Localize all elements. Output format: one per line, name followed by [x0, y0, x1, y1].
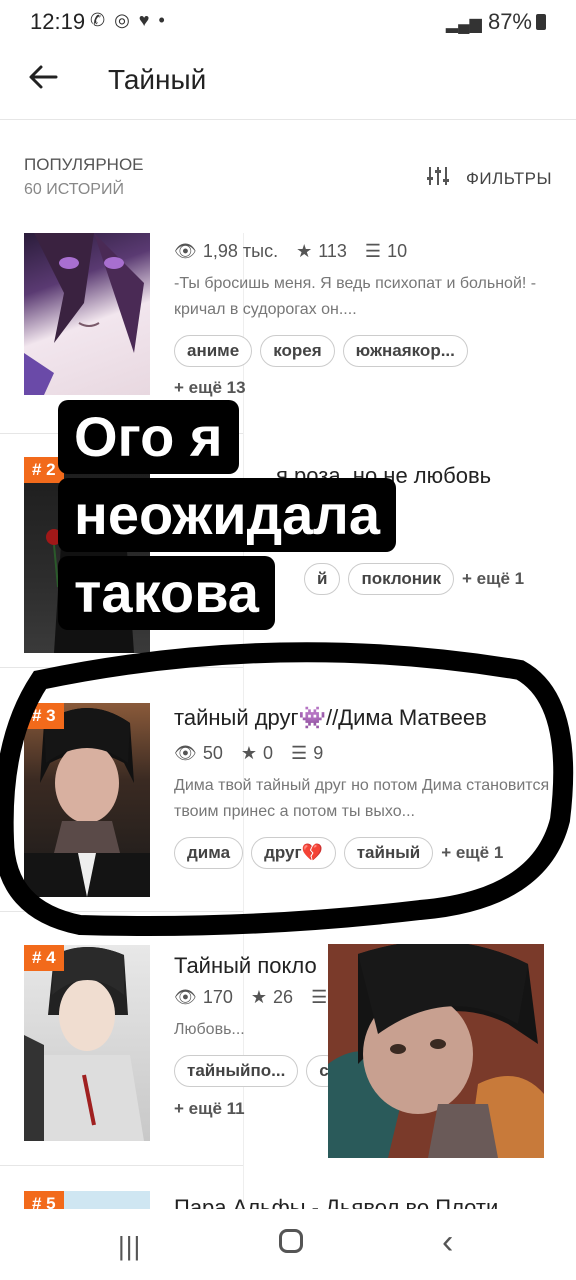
- more-tags[interactable]: + ещё 1: [462, 569, 524, 589]
- star-icon: ★: [296, 241, 313, 261]
- views-stat: 👁 1,98 тыс.: [174, 241, 279, 261]
- sort-selector[interactable]: ПОПУЛЯРНОЕ: [24, 155, 144, 175]
- app-bar: Тайный: [0, 44, 576, 120]
- story-cover[interactable]: # 5: [24, 1191, 150, 1209]
- sliders-icon: [426, 165, 450, 193]
- status-time: 12:19: [30, 9, 86, 34]
- filters-label: ФИЛЬТРЫ: [465, 169, 552, 188]
- star-icon: ★: [250, 987, 268, 1007]
- story-description: -Ты бросишь меня. Я ведь психопат и боль…: [174, 275, 537, 318]
- status-bar: 12:19 ✆ ◎ ♥ • ▂▄▆ 87%: [0, 0, 576, 44]
- filters-button[interactable]: ФИЛЬТРЫ: [426, 165, 552, 193]
- tag-chip[interactable]: аниме: [174, 335, 253, 367]
- tag-list: тайныйпо... с: [174, 1055, 342, 1087]
- recent-apps-icon[interactable]: |||: [118, 1231, 141, 1262]
- home-icon[interactable]: [279, 1229, 303, 1253]
- notification-icons: ✆ ◎ ♥ •: [90, 10, 167, 30]
- tag-list: аниме корея южнаякор...: [174, 335, 468, 367]
- rank-badge: # 5: [24, 1191, 64, 1209]
- caption-line-2: неожидала: [58, 478, 396, 552]
- back-arrow-icon[interactable]: [26, 60, 66, 100]
- tag-list: й поклоник + ещё 1: [304, 563, 524, 595]
- tag-chip[interactable]: й: [304, 563, 341, 595]
- chapters-stat: ☰ 10: [364, 241, 408, 261]
- tag-chip[interactable]: южнаякор...: [342, 335, 468, 367]
- status-right: ▂▄▆ 87%: [446, 9, 546, 35]
- likes-stat: ★ 26: [250, 987, 294, 1007]
- story-stats: 👁 170 ★ 26 ☰: [174, 987, 333, 1008]
- story-count: 60 ИСТОРИЙ: [24, 181, 124, 198]
- tag-chip[interactable]: корея: [260, 335, 335, 367]
- pasted-photo: [328, 944, 544, 1158]
- page-title: Тайный: [108, 64, 207, 95]
- more-tags[interactable]: + ещё 13: [174, 378, 246, 398]
- views-stat: 👁 170: [174, 987, 233, 1007]
- battery-level: 87%: [487, 9, 532, 34]
- row-divider: [0, 1165, 243, 1166]
- more-tags[interactable]: + ещё 11: [174, 1099, 245, 1119]
- story-title[interactable]: Пара Альфы - Дьявол во Плоти: [174, 1195, 498, 1209]
- story-stats: 👁 1,98 тыс. ★ 113 ☰ 10: [174, 241, 407, 262]
- battery-icon: [536, 14, 546, 30]
- tag-chip[interactable]: тайныйпо...: [174, 1055, 299, 1087]
- likes-stat: ★ 113: [296, 241, 347, 261]
- system-nav-bar: ||| ‹: [0, 1209, 576, 1280]
- story-title[interactable]: Тайный покло: [174, 953, 317, 979]
- signal-icon: ▂▄▆: [445, 16, 482, 33]
- tag-chip[interactable]: поклоник: [348, 563, 455, 595]
- eye-icon: 👁: [174, 241, 197, 261]
- story-cover[interactable]: [24, 233, 150, 395]
- list-icon: ☰: [311, 987, 328, 1007]
- caption-line-1: Ого я: [58, 400, 239, 474]
- caption-line-3: такова: [58, 556, 275, 630]
- eye-icon: 👁: [174, 987, 197, 1007]
- story-cover[interactable]: # 4: [24, 945, 150, 1141]
- scribble-circle: [0, 642, 574, 936]
- list-item[interactable]: # 5 Пара Альфы - Дьявол во Плоти: [0, 1191, 576, 1209]
- back-nav-icon[interactable]: ‹: [442, 1223, 453, 1262]
- sort-header: ПОПУЛЯРНОЕ 60 ИСТОРИЙ ФИЛЬТРЫ: [0, 121, 576, 233]
- list-icon: ☰: [364, 241, 382, 261]
